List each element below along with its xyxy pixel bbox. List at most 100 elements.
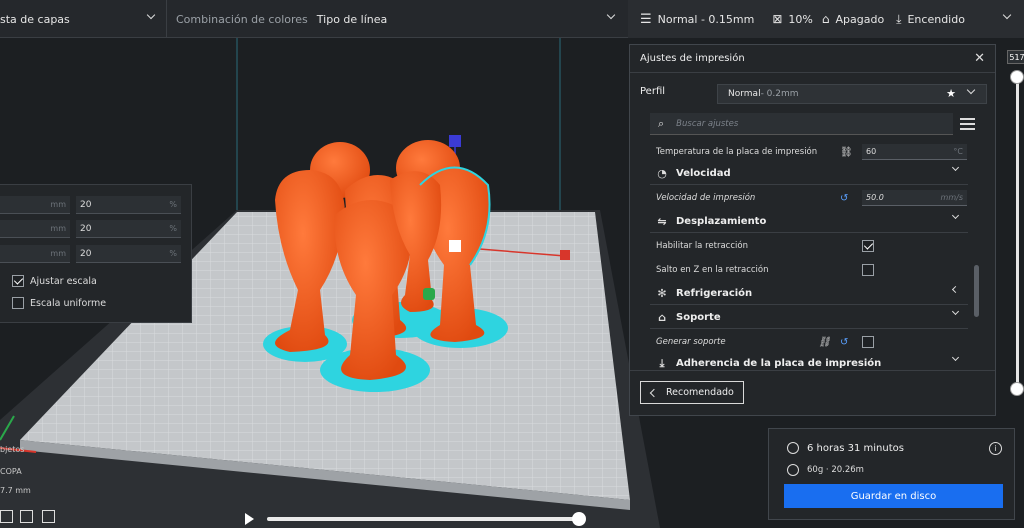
view-side-icon[interactable] <box>42 510 55 523</box>
menu-icon[interactable] <box>960 118 975 133</box>
print-time: 6 horas 31 minutos <box>807 442 904 454</box>
setting-print-speed: Velocidad de impresión ↺ 50.0 mm/s <box>650 187 968 209</box>
scale-z-percent[interactable]: 20% <box>76 245 181 263</box>
clock-icon <box>787 442 799 454</box>
scale-z-mm[interactable]: mm <box>0 245 70 263</box>
profile-suffix: - 0.2mm <box>760 89 799 99</box>
view-front-icon[interactable] <box>0 510 13 523</box>
chevron-down-icon <box>951 211 960 220</box>
layer-slider-top-handle[interactable] <box>1010 70 1024 84</box>
y-axis-handle[interactable] <box>423 288 435 300</box>
checkbox-checked-icon <box>12 275 24 287</box>
settings-list: Temperatura de la placa de impresión ⛓ 6… <box>650 141 976 371</box>
settings-scrollbar[interactable] <box>974 265 979 317</box>
view-type-value: sta de capas <box>0 12 70 26</box>
fan-icon: ✻ <box>657 287 667 300</box>
view-type-dropdown[interactable]: sta de capas <box>0 0 166 38</box>
print-speed-field[interactable]: 50.0 mm/s <box>862 190 967 206</box>
category-travel[interactable]: ⇋ Desplazamiento <box>650 211 968 233</box>
z-axis-handle[interactable] <box>449 135 461 147</box>
sliders-icon: ☰ <box>640 11 652 27</box>
layer-number-input[interactable]: 517 <box>1007 50 1024 64</box>
x-axis-handle[interactable] <box>560 250 570 260</box>
category-adhesion[interactable]: ⤓ Adherencia de la placa de impresión <box>650 353 968 371</box>
chevron-down-icon <box>951 163 960 172</box>
support-icon: ⌂ <box>658 311 666 324</box>
infill-value: 10% <box>788 12 813 26</box>
adhesion-icon: ⤓ <box>659 356 665 370</box>
save-to-disk-button[interactable]: Guardar en disco <box>784 484 1003 508</box>
view-3d-icon[interactable] <box>20 510 33 523</box>
uniform-scaling-checkbox[interactable]: Escala uniforme <box>12 297 106 309</box>
recommended-button[interactable]: Recomendado <box>640 381 744 404</box>
retraction-checkbox[interactable] <box>862 240 874 252</box>
setting-retraction: Habilitar la retracción <box>650 235 968 257</box>
close-icon[interactable]: ✕ <box>974 51 985 66</box>
setting-generate-support: Generar soporte ⛓ ↺ <box>650 331 968 353</box>
chevron-down-icon <box>606 10 616 20</box>
infill-icon: ⊠ <box>772 12 783 26</box>
color-scheme-value: Tipo de línea <box>316 12 388 26</box>
reset-icon[interactable]: ↺ <box>840 337 848 348</box>
speedometer-icon: ◔ <box>657 167 667 180</box>
scale-tool-panel: mm 20% mm 20% mm 20% Ajustar escala Esca… <box>0 184 192 323</box>
cura-window: sta de capas Combinación de colores Tipo… <box>0 0 1024 528</box>
material-usage: 60g · 20.26m <box>807 465 864 475</box>
generate-support-checkbox[interactable] <box>862 336 874 348</box>
support-icon: ⌂ <box>821 12 830 26</box>
category-cooling[interactable]: ✻ Refrigeración <box>650 283 968 305</box>
profile-label: Perfil <box>640 86 666 97</box>
chevron-down-icon <box>951 353 960 362</box>
profile-value: Normal <box>728 89 761 99</box>
search-input[interactable]: ⌕ Buscar ajustes <box>650 113 953 135</box>
simulation-slider-handle[interactable] <box>572 512 586 526</box>
print-estimate-panel: 6 horas 31 minutos i 60g · 20.26m Guarda… <box>768 428 1015 520</box>
chevron-left-icon <box>951 285 960 294</box>
color-scheme-label: Combinación de colores <box>176 12 308 26</box>
scale-y-percent[interactable]: 20% <box>76 220 181 238</box>
chevron-left-icon <box>649 388 659 397</box>
search-placeholder: Buscar ajustes <box>676 118 739 129</box>
category-speed[interactable]: ◔ Velocidad <box>650 163 968 185</box>
chevron-down-icon <box>1002 10 1012 20</box>
simulation-slider-track[interactable] <box>267 517 580 521</box>
move-center-handle[interactable] <box>449 240 461 252</box>
reset-icon[interactable]: ↺ <box>840 193 848 204</box>
object-name: COPA <box>0 467 22 476</box>
category-support[interactable]: ⌂ Soporte <box>650 307 968 329</box>
scale-y-mm[interactable]: mm <box>0 220 70 238</box>
setting-z-hop: Salto en Z en la retracción <box>650 259 968 281</box>
support-value: Apagado <box>835 12 885 26</box>
print-settings-panel: Ajustes de impresión ✕ Perfil Normal - 0… <box>629 44 996 416</box>
print-settings-summary[interactable]: ☰ Normal - 0.15mm ⊠ 10% ⌂ Apagado ⤓ Ence… <box>628 0 1024 38</box>
scale-x-percent[interactable]: 20% <box>76 196 181 214</box>
layer-slider-bottom-handle[interactable] <box>1010 382 1024 396</box>
z-hop-checkbox[interactable] <box>862 264 874 276</box>
adhesion-value: Encendido <box>907 12 965 26</box>
spool-icon <box>787 464 799 476</box>
object-dimensions: 7.7 mm <box>0 486 31 495</box>
object-count-label: bjetos <box>0 445 25 454</box>
chevron-down-icon <box>146 10 156 20</box>
panel-title: Ajustes de impresión <box>640 53 745 64</box>
adhesion-icon: ⤓ <box>896 11 902 26</box>
color-scheme-dropdown[interactable]: Combinación de colores Tipo de línea <box>176 0 626 38</box>
chevron-down-icon <box>966 85 976 95</box>
info-icon[interactable]: i <box>989 442 1002 455</box>
profile-dropdown[interactable]: Normal - 0.2mm ★ <box>717 84 987 104</box>
top-settings-bar: sta de capas Combinación de colores Tipo… <box>0 0 1024 38</box>
chevron-down-icon <box>951 307 960 316</box>
search-icon: ⌕ <box>658 116 665 130</box>
snap-scaling-checkbox[interactable]: Ajustar escala <box>12 275 97 287</box>
scale-x-mm[interactable]: mm <box>0 196 70 214</box>
travel-icon: ⇋ <box>657 215 667 228</box>
profile-summary: Normal - 0.15mm <box>657 12 755 26</box>
play-icon[interactable] <box>245 513 254 525</box>
setting-bed-temperature: Temperatura de la placa de impresión ⛓ 6… <box>650 141 968 163</box>
checkbox-icon <box>12 297 24 309</box>
link-icon[interactable]: ⛓ <box>840 147 853 158</box>
bed-temperature-field[interactable]: 60 °C <box>862 144 967 160</box>
layer-slider-track[interactable] <box>1016 75 1019 393</box>
link-icon[interactable]: ⛓ <box>818 337 831 348</box>
star-icon[interactable]: ★ <box>946 87 956 100</box>
